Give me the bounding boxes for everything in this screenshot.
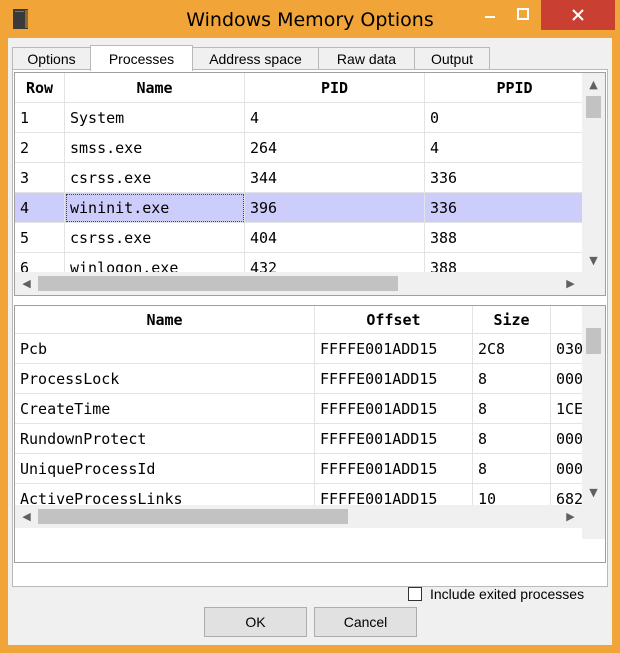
cell-size: 2C8 xyxy=(473,334,551,364)
window-frame: Windows Memory Options Options Processes… xyxy=(0,0,620,653)
scroll-corner xyxy=(582,272,605,295)
scroll-corner xyxy=(582,505,605,528)
tab-strip: Options Processes Address space Raw data… xyxy=(12,45,608,71)
cell-pid: 264 xyxy=(245,133,425,163)
tab-output[interactable]: Output xyxy=(414,47,490,70)
detail-table-hscrollbar[interactable]: ◀ ▶ xyxy=(15,505,582,528)
cell-offset: FFFFE001ADD15 xyxy=(315,424,473,454)
process-table-hscrollbar[interactable]: ◀ ▶ xyxy=(15,272,582,295)
tab-processes[interactable]: Processes xyxy=(90,45,193,71)
minimize-icon xyxy=(485,16,495,18)
cell-row: 5 xyxy=(15,223,65,253)
cell-name: wininit.exe xyxy=(65,193,245,223)
scroll-up-icon[interactable]: ▲ xyxy=(582,73,605,96)
detail-table: Name Offset Size Pcb FFFFE001ADD15 2C8 0… xyxy=(14,305,606,563)
cell-offset: FFFFE001ADD15 xyxy=(315,394,473,424)
dialog-client-area: Options Processes Address space Raw data… xyxy=(8,38,612,645)
vscroll-thumb[interactable] xyxy=(586,96,601,118)
hscroll-thumb[interactable] xyxy=(38,509,348,524)
scroll-left-icon[interactable]: ◀ xyxy=(15,505,38,528)
table-row[interactable]: Pcb FFFFE001ADD15 2C8 030 xyxy=(15,334,605,364)
cell-size: 8 xyxy=(473,424,551,454)
include-exited-label: Include exited processes xyxy=(430,586,585,602)
tab-options[interactable]: Options xyxy=(12,47,91,70)
table-row[interactable]: 1 System 4 0 xyxy=(15,103,605,133)
cell-name: System xyxy=(65,103,245,133)
table-row[interactable]: 3 csrss.exe 344 336 xyxy=(15,163,605,193)
tab-raw-data[interactable]: Raw data xyxy=(318,47,415,70)
cell-pid: 4 xyxy=(245,103,425,133)
close-button[interactable] xyxy=(541,0,615,30)
include-exited-option[interactable]: Include exited processes xyxy=(408,586,584,602)
scroll-down-icon[interactable]: ▼ xyxy=(582,249,605,272)
maximize-icon xyxy=(517,8,529,20)
maximize-button[interactable] xyxy=(506,0,540,28)
cell-name: smss.exe xyxy=(65,133,245,163)
cell-name: ProcessLock xyxy=(15,364,315,394)
cell-ppid: 0 xyxy=(425,103,605,133)
process-table-header: Row Name PID PPID xyxy=(15,73,605,103)
close-icon xyxy=(572,9,584,21)
column-header-name[interactable]: Name xyxy=(15,306,315,334)
cell-offset: FFFFE001ADD15 xyxy=(315,454,473,484)
cell-row: 2 xyxy=(15,133,65,163)
scroll-right-icon[interactable]: ▶ xyxy=(559,505,582,528)
column-header-row[interactable]: Row xyxy=(15,73,65,103)
process-table: Row Name PID PPID 1 System 4 0 2 smss.ex… xyxy=(14,72,606,296)
table-row[interactable]: ProcessLock FFFFE001ADD15 8 000 xyxy=(15,364,605,394)
cell-offset: FFFFE001ADD15 xyxy=(315,364,473,394)
table-row[interactable]: 2 smss.exe 264 4 xyxy=(15,133,605,163)
vscroll-thumb[interactable] xyxy=(586,328,601,354)
title-bar[interactable]: Windows Memory Options xyxy=(0,0,620,38)
process-table-vscrollbar[interactable]: ▲ ▼ xyxy=(582,73,605,272)
cell-ppid: 388 xyxy=(425,223,605,253)
cell-ppid: 4 xyxy=(425,133,605,163)
cell-name: UniqueProcessId xyxy=(15,454,315,484)
column-header-ppid[interactable]: PPID xyxy=(425,73,605,103)
minimize-button[interactable] xyxy=(474,0,506,28)
ok-button[interactable]: OK xyxy=(204,607,307,637)
scroll-up-icon[interactable]: ▲ xyxy=(582,306,605,329)
scroll-left-icon[interactable]: ◀ xyxy=(15,272,38,295)
cell-row: 4 xyxy=(15,193,65,223)
cell-ppid: 336 xyxy=(425,193,605,223)
cell-pid: 396 xyxy=(245,193,425,223)
table-row[interactable]: RundownProtect FFFFE001ADD15 8 000 xyxy=(15,424,605,454)
scroll-right-icon[interactable]: ▶ xyxy=(559,272,582,295)
column-header-pid[interactable]: PID xyxy=(245,73,425,103)
cell-size: 8 xyxy=(473,364,551,394)
table-row[interactable]: UniqueProcessId FFFFE001ADD15 8 000 xyxy=(15,454,605,484)
tab-address-space[interactable]: Address space xyxy=(192,47,319,70)
column-header-name[interactable]: Name xyxy=(65,73,245,103)
table-row[interactable]: 5 csrss.exe 404 388 xyxy=(15,223,605,253)
cell-name: csrss.exe xyxy=(65,223,245,253)
processes-panel: Row Name PID PPID 1 System 4 0 2 smss.ex… xyxy=(12,69,608,602)
cancel-button[interactable]: Cancel xyxy=(314,607,417,637)
cell-row: 1 xyxy=(15,103,65,133)
scroll-down-icon[interactable]: ▼ xyxy=(582,481,605,504)
column-header-size[interactable]: Size xyxy=(473,306,551,334)
cell-size: 8 xyxy=(473,394,551,424)
cell-offset: FFFFE001ADD15 xyxy=(315,334,473,364)
cell-name: CreateTime xyxy=(15,394,315,424)
detail-table-header: Name Offset Size xyxy=(15,306,605,334)
cell-name: Pcb xyxy=(15,334,315,364)
cell-size: 8 xyxy=(473,454,551,484)
cell-pid: 404 xyxy=(245,223,425,253)
table-row-selected[interactable]: 4 wininit.exe 396 336 xyxy=(15,193,605,223)
hscroll-thumb[interactable] xyxy=(38,276,398,291)
cell-ppid: 336 xyxy=(425,163,605,193)
table-row[interactable]: CreateTime FFFFE001ADD15 8 1CE xyxy=(15,394,605,424)
cell-name: RundownProtect xyxy=(15,424,315,454)
cell-row: 3 xyxy=(15,163,65,193)
cell-name: csrss.exe xyxy=(65,163,245,193)
column-header-offset[interactable]: Offset xyxy=(315,306,473,334)
cell-pid: 344 xyxy=(245,163,425,193)
include-exited-checkbox[interactable] xyxy=(408,587,422,601)
